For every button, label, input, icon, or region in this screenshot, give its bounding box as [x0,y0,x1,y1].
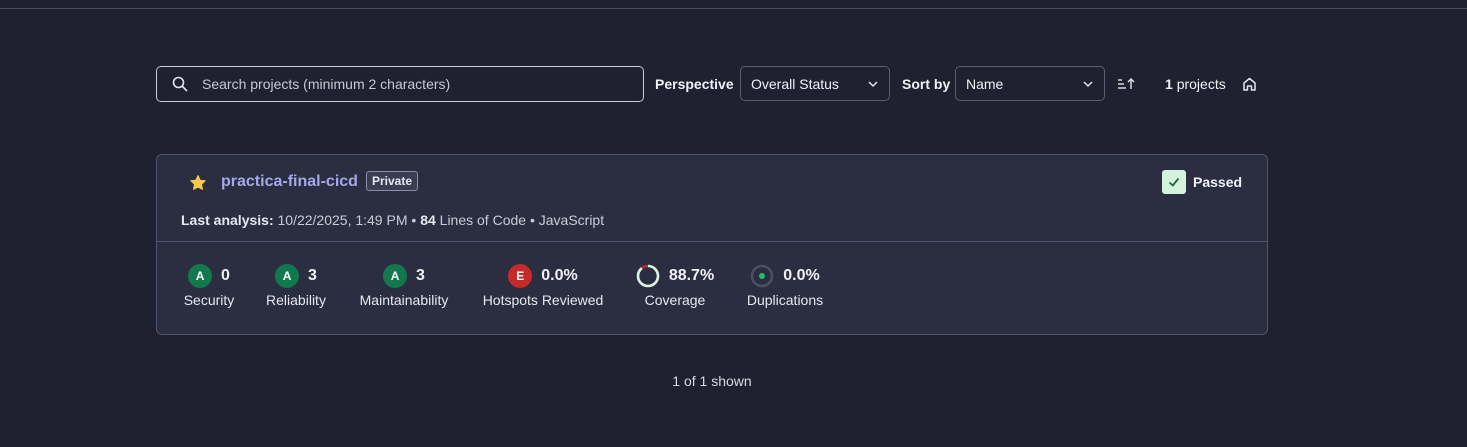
sort-select[interactable]: Name [955,66,1105,101]
metric-coverage[interactable]: 88.7% Coverage [633,263,717,308]
project-card-header: practica-final-cicd Private Passed Last … [157,155,1267,242]
visibility-badge: Private [366,171,419,191]
sort-label: Sort by [902,76,951,92]
project-name-link[interactable]: practica-final-cicd [221,173,358,191]
home-icon[interactable] [1242,76,1257,92]
lines-of-code-value: 84 [420,212,436,228]
perspective-select[interactable]: Overall Status [740,66,890,101]
project-meta: Last analysis: 10/22/2025, 1:49 PM • 84 … [181,212,604,228]
maintainability-rating: A [383,264,408,288]
duplications-indicator [750,264,774,288]
metric-hotspots[interactable]: E 0.0% Hotspots Reviewed [479,263,607,308]
chevron-down-icon [1082,78,1094,90]
check-icon [1168,177,1180,187]
sort-ascending-icon[interactable] [1117,76,1135,92]
meta-separator: • [529,212,535,228]
perspective-label: Perspective [655,76,734,92]
coverage-value: 88.7% [668,267,715,284]
last-analysis-label: Last analysis: [181,212,274,228]
search-input[interactable] [202,76,643,92]
meta-separator: • [411,212,417,228]
perspective-value: Overall Status [751,75,839,92]
metric-maintainability[interactable]: A 3 Maintainability [355,263,453,308]
top-divider [0,0,1467,9]
hotspots-rating: E [508,264,533,288]
metric-security[interactable]: A 0 Security [181,263,237,308]
search-icon [172,76,188,92]
reliability-label: Reliability [266,292,326,308]
coverage-label: Coverage [644,292,706,308]
metric-reliability[interactable]: A 3 Reliability [263,263,329,308]
hotspots-value: 0.0% [541,267,578,284]
sort-value: Name [966,75,1004,92]
reliability-value: 3 [308,267,317,284]
quality-gate-status: Passed [1193,174,1243,190]
security-value: 0 [221,267,230,284]
security-label: Security [183,292,235,308]
maintainability-label: Maintainability [359,292,449,308]
maintainability-value: 3 [416,267,425,284]
project-count-number: 1 [1165,76,1173,92]
project-count-label: projects [1176,76,1226,92]
coverage-ring [636,264,660,288]
hotspots-label: Hotspots Reviewed [482,292,604,308]
results-shown-count: 1 of 1 shown [672,373,752,389]
quality-gate-status-icon [1162,170,1186,194]
project-card: practica-final-cicd Private Passed Last … [156,154,1268,335]
project-language: JavaScript [538,212,605,228]
metric-duplications[interactable]: 0.0% Duplications [743,263,827,308]
duplications-value: 0.0% [783,267,820,284]
last-analysis-date: 10/22/2025, 1:49 PM [277,212,408,228]
security-rating: A [188,264,213,288]
lines-of-code-label: Lines of Code [439,212,527,228]
chevron-down-icon [867,78,879,90]
search-box[interactable] [156,66,644,102]
duplications-label: Duplications [746,292,824,308]
reliability-rating: A [275,264,300,288]
star-icon[interactable] [189,174,207,192]
project-count: 1 projects [1165,76,1226,92]
